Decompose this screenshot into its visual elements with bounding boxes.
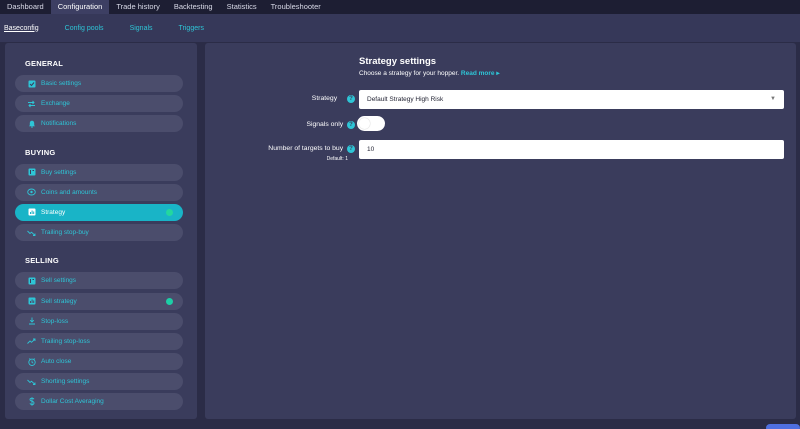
subtab-config-pools[interactable]: Config pools	[65, 25, 104, 32]
sidebar-item-label: Trailing stop-loss	[41, 337, 90, 345]
sidebar-item-basic-settings[interactable]: Basic settings	[15, 75, 183, 92]
tab-troubleshooter[interactable]: Troubleshooter	[264, 0, 328, 14]
sidebar-item-buy-settings[interactable]: Buy settings	[15, 163, 183, 181]
top-nav: Dashboard Configuration Trade history Ba…	[0, 0, 800, 14]
dollar-icon	[27, 397, 36, 407]
help-icon[interactable]: ?	[347, 145, 355, 153]
subtitle-text: Choose a strategy for your hopper.	[359, 70, 460, 77]
toggle-knob	[359, 118, 370, 129]
sidebar-item-label: Sell strategy	[41, 297, 77, 305]
sidebar-item-shorting-settings[interactable]: Shorting settings	[15, 373, 183, 391]
sidebar-item-coins-and-amounts[interactable]: Coins and amounts	[15, 183, 183, 201]
section-heading-selling: SELLING	[25, 256, 59, 266]
coins-icon	[27, 188, 36, 197]
sidebar-item-label: Notifications	[41, 120, 77, 128]
floating-action-button[interactable]	[766, 424, 800, 429]
subtab-signals[interactable]: Signals	[130, 25, 153, 32]
targets-default-hint: Default: 1	[326, 156, 348, 162]
sliders-icon	[27, 168, 36, 177]
tab-backtesting[interactable]: Backtesting	[167, 0, 220, 14]
sidebar-item-auto-close[interactable]: Auto close	[15, 353, 183, 371]
signals-only-label: Signals only	[306, 121, 344, 128]
bell-icon	[27, 119, 36, 128]
page-subtitle: Choose a strategy for your hopper. Read …	[359, 69, 500, 77]
read-more-link[interactable]: Read more	[461, 70, 495, 77]
signals-only-label-row: Signals only ?	[306, 121, 355, 129]
sliders-icon	[27, 276, 36, 285]
stop-loss-icon	[27, 317, 36, 326]
clock-icon	[27, 357, 36, 366]
sidebar-item-label: Trailing stop-buy	[41, 229, 89, 237]
sidebar-item-sell-strategy[interactable]: Sell strategy	[15, 292, 183, 310]
targets-input[interactable]: 10	[359, 140, 784, 159]
sidebar-item-stop-loss[interactable]: Stop-loss	[15, 312, 183, 330]
bar-chart-icon	[27, 297, 36, 306]
sidebar-item-notifications[interactable]: Notifications	[15, 115, 183, 133]
sidebar-item-label: Exchange	[41, 100, 70, 108]
targets-input-value: 10	[367, 146, 375, 153]
status-dot	[166, 208, 173, 216]
trend-down-icon	[27, 377, 36, 386]
page-title: Strategy settings	[359, 56, 437, 67]
sidebar-item-exchange[interactable]: Exchange	[15, 95, 183, 113]
strategy-label: Strategy	[311, 95, 338, 102]
sidebar-item-label: Buy settings	[41, 168, 77, 176]
sidebar-item-label: Stop-loss	[41, 317, 69, 325]
sub-nav: Baseconfig Config pools Signals Triggers	[0, 14, 800, 42]
tab-trade-history[interactable]: Trade history	[109, 0, 167, 14]
checkbox-icon	[27, 79, 36, 88]
settings-sidebar: GENERAL Basic settings Exchange Notifica…	[5, 43, 197, 419]
tab-dashboard[interactable]: Dashboard	[0, 0, 51, 14]
subtab-triggers[interactable]: Triggers	[179, 25, 204, 32]
help-icon[interactable]: ?	[347, 121, 355, 129]
strategy-label-row: Strategy ?	[312, 95, 355, 103]
swap-icon	[27, 99, 36, 108]
status-dot	[166, 297, 173, 305]
section-heading-general: GENERAL	[25, 59, 64, 68]
sidebar-item-label: Strategy	[41, 208, 66, 216]
chevron-down-icon: ▼	[770, 96, 776, 102]
chevron-right-icon: ▸	[496, 70, 500, 77]
sidebar-item-strategy[interactable]: Strategy	[15, 203, 183, 221]
strategy-settings-panel: Strategy settings Choose a strategy for …	[205, 43, 796, 419]
sidebar-item-label: Coins and amounts	[41, 188, 98, 196]
sidebar-item-label: Dollar Cost Averaging	[41, 398, 104, 406]
trend-down-icon	[27, 228, 36, 237]
sidebar-item-trailing-stop-loss[interactable]: Trailing stop-loss	[15, 332, 183, 350]
sidebar-item-label: Sell settings	[41, 277, 77, 285]
targets-label: Number of targets to buy	[268, 145, 344, 152]
sidebar-item-label: Basic settings	[41, 80, 82, 87]
strategy-select[interactable]: Default Strategy High Risk ▼	[359, 90, 784, 109]
signals-only-toggle[interactable]	[357, 116, 385, 131]
targets-label-row: Number of targets to buy ?	[268, 145, 355, 153]
sidebar-item-label: Auto close	[41, 358, 72, 366]
sidebar-item-trailing-stop-buy[interactable]: Trailing stop-buy	[15, 224, 183, 242]
tab-statistics[interactable]: Statistics	[220, 0, 264, 14]
bar-chart-icon	[27, 208, 36, 217]
tab-configuration[interactable]: Configuration	[50, 0, 110, 14]
help-icon[interactable]: ?	[347, 95, 355, 103]
trend-up-icon	[27, 337, 36, 346]
sidebar-item-label: Shorting settings	[41, 378, 90, 386]
strategy-select-value: Default Strategy High Risk	[367, 96, 444, 103]
sidebar-item-sell-settings[interactable]: Sell settings	[15, 272, 183, 290]
section-heading-buying: BUYING	[25, 147, 56, 157]
sidebar-item-dollar-cost-averaging[interactable]: Dollar Cost Averaging	[15, 393, 183, 411]
subtab-baseconfig[interactable]: Baseconfig	[4, 25, 39, 32]
